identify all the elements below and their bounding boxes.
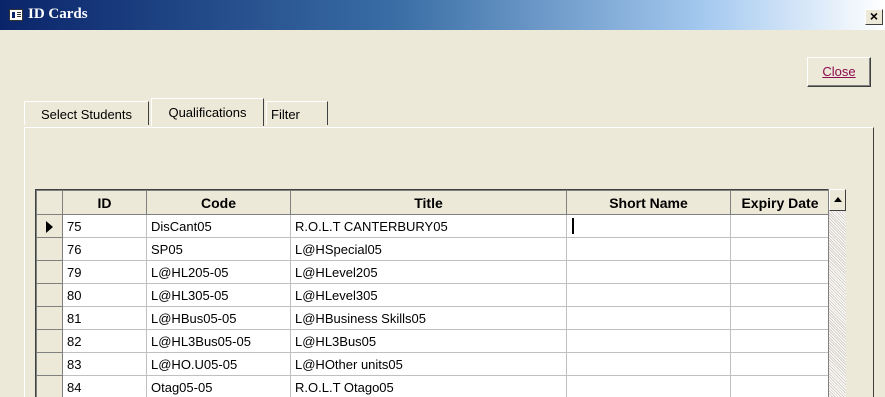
- cell-id[interactable]: 79: [62, 260, 147, 284]
- cell-title[interactable]: L@HLevel205: [290, 260, 567, 284]
- cell-expiry-date[interactable]: [730, 329, 830, 353]
- tab-select-students[interactable]: Select Students: [24, 101, 149, 125]
- record-selector[interactable]: [36, 260, 63, 284]
- cell-short-name[interactable]: [566, 375, 731, 397]
- column-header-id[interactable]: ID: [62, 190, 147, 215]
- window-close-button[interactable]: ×: [865, 9, 883, 25]
- id-cards-window: ID Cards × Close Select Students Qualifi…: [0, 0, 885, 397]
- column-header-short-name[interactable]: Short Name: [566, 190, 731, 215]
- cell-short-name[interactable]: [566, 237, 731, 261]
- table-row[interactable]: 84 Otag05-05 R.O.L.T Otago05: [36, 375, 830, 397]
- cell-short-name[interactable]: [566, 352, 731, 376]
- column-header-expiry-date[interactable]: Expiry Date: [730, 190, 830, 215]
- table-row[interactable]: 83 L@HO.U05-05 L@HOther units05: [36, 352, 830, 376]
- table-row[interactable]: 80 L@HL305-05 L@HLevel305: [36, 283, 830, 307]
- cell-short-name[interactable]: [566, 260, 731, 284]
- header-row: ID Code Title Short Name Expiry Date: [36, 190, 830, 215]
- record-selector[interactable]: [36, 306, 63, 330]
- cell-id[interactable]: 83: [62, 352, 147, 376]
- cell-short-name[interactable]: [566, 214, 731, 238]
- cell-title[interactable]: L@HSpecial05: [290, 237, 567, 261]
- table-row[interactable]: 81 L@HBus05-05 L@HBusiness Skills05: [36, 306, 830, 330]
- table-row[interactable]: 75 DisCant05 R.O.L.T CANTERBURY05: [36, 214, 830, 238]
- cell-code[interactable]: SP05: [146, 237, 291, 261]
- record-selector[interactable]: [36, 352, 63, 376]
- cell-title[interactable]: L@HL3Bus05: [290, 329, 567, 353]
- cell-title[interactable]: R.O.L.T CANTERBURY05: [290, 214, 567, 238]
- cell-code[interactable]: L@HO.U05-05: [146, 352, 291, 376]
- column-header-code[interactable]: Code: [146, 190, 291, 215]
- form-icon: [9, 9, 23, 21]
- record-selector-arrow-icon: [46, 221, 53, 234]
- cell-expiry-date[interactable]: [730, 214, 830, 238]
- cell-expiry-date[interactable]: [730, 260, 830, 284]
- scroll-up-arrow-icon[interactable]: [829, 189, 846, 211]
- header-selector: [36, 190, 63, 215]
- cell-code[interactable]: L@HL305-05: [146, 283, 291, 307]
- qualifications-table: ID Code Title Short Name Expiry Date 75 …: [36, 190, 830, 397]
- window-title: ID Cards: [28, 6, 88, 22]
- tab-qualifications[interactable]: Qualifications: [151, 98, 264, 126]
- cell-title[interactable]: L@HBusiness Skills05: [290, 306, 567, 330]
- cell-code[interactable]: L@HBus05-05: [146, 306, 291, 330]
- cell-code[interactable]: Otag05-05: [146, 375, 291, 397]
- text-cursor: [572, 218, 574, 235]
- qualifications-grid: ID Code Title Short Name Expiry Date 75 …: [35, 189, 846, 397]
- record-selector[interactable]: [36, 375, 63, 397]
- cell-expiry-date[interactable]: [730, 375, 830, 397]
- cell-short-name[interactable]: [566, 329, 731, 353]
- column-header-title[interactable]: Title: [290, 190, 567, 215]
- cell-title[interactable]: R.O.L.T Otago05: [290, 375, 567, 397]
- cell-expiry-date[interactable]: [730, 237, 830, 261]
- cell-expiry-date[interactable]: [730, 306, 830, 330]
- cell-code[interactable]: DisCant05: [146, 214, 291, 238]
- cell-id[interactable]: 84: [62, 375, 147, 397]
- title-bar: ID Cards ×: [0, 0, 885, 30]
- cell-title[interactable]: L@HLevel305: [290, 283, 567, 307]
- cell-short-name[interactable]: [566, 283, 731, 307]
- table-row[interactable]: 82 L@HL3Bus05-05 L@HL3Bus05: [36, 329, 830, 353]
- cell-title[interactable]: L@HOther units05: [290, 352, 567, 376]
- tab-filter[interactable]: Filter: [266, 101, 328, 125]
- vertical-scrollbar[interactable]: [828, 189, 846, 397]
- table-row[interactable]: 76 SP05 L@HSpecial05: [36, 237, 830, 261]
- record-selector[interactable]: [36, 329, 63, 353]
- cell-expiry-date[interactable]: [730, 283, 830, 307]
- record-selector[interactable]: [36, 283, 63, 307]
- record-selector[interactable]: [36, 237, 63, 261]
- cell-id[interactable]: 75: [62, 214, 147, 238]
- table-row[interactable]: 79 L@HL205-05 L@HLevel205: [36, 260, 830, 284]
- cell-id[interactable]: 82: [62, 329, 147, 353]
- cell-id[interactable]: 80: [62, 283, 147, 307]
- cell-id[interactable]: 81: [62, 306, 147, 330]
- cell-id[interactable]: 76: [62, 237, 147, 261]
- cell-code[interactable]: L@HL3Bus05-05: [146, 329, 291, 353]
- close-button[interactable]: Close: [807, 57, 871, 87]
- cell-code[interactable]: L@HL205-05: [146, 260, 291, 284]
- cell-short-name[interactable]: [566, 306, 731, 330]
- cell-expiry-date[interactable]: [730, 352, 830, 376]
- record-selector[interactable]: [36, 214, 63, 238]
